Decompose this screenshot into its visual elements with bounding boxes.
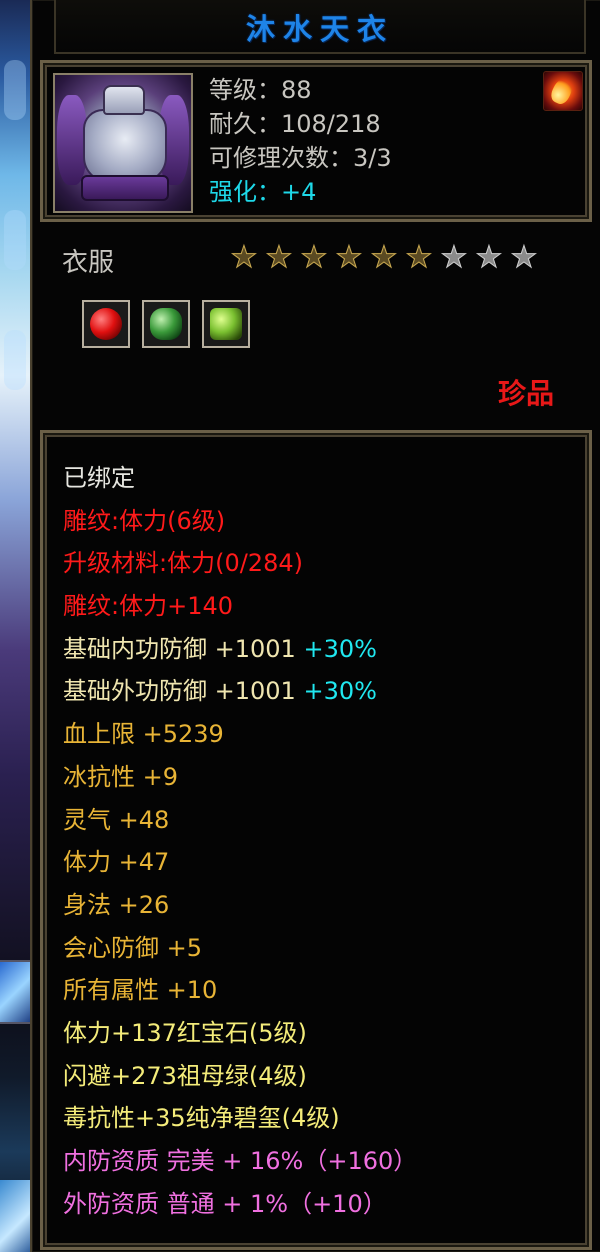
- item-name: 沐水天衣: [245, 12, 394, 46]
- item-durability: 耐久：108/218: [209, 110, 381, 138]
- base-outer-defense-percent: +30%: [303, 677, 377, 706]
- base-outer-defense: 基础外功防御 +1001 +30%: [63, 670, 417, 713]
- item-basic-info: 等级：88 耐久：108/218 可修理次数：3/3 强化：+4: [209, 73, 392, 209]
- game-scene-background: [0, 0, 32, 1252]
- gem-socket-ruby[interactable]: [82, 300, 130, 348]
- attribute-list: 已绑定 雕纹:体力(6级) 升级材料:体力(0/284) 雕纹:体力+140 基…: [63, 457, 417, 1225]
- star-filled-icon: ★: [335, 240, 363, 275]
- base-inner-defense: 基础内功防御 +1001 +30%: [63, 628, 417, 671]
- outer-defense-quality: 外防资质 普通 + 1%（+10）: [63, 1189, 387, 1218]
- all-attributes-line: 所有属性 +10: [63, 976, 218, 1005]
- star-filled-icon: ★: [405, 240, 433, 275]
- upgrade-material-line: 升级材料:体力(0/284): [63, 549, 303, 578]
- gem-socket-emerald[interactable]: [142, 300, 190, 348]
- item-repair-count: 可修理次数：3/3: [209, 144, 392, 172]
- rarity-badge: 珍品: [497, 377, 554, 410]
- background-light-streak: [4, 330, 26, 390]
- inner-defense-quality: 内防资质 完美 + 16%（+160）: [63, 1147, 418, 1175]
- base-outer-defense-value: 基础外功防御 +1001: [63, 677, 296, 706]
- star-filled-icon: ★: [300, 240, 328, 275]
- item-type-label: 衣服: [62, 248, 115, 278]
- star-empty-icon: ★: [440, 240, 468, 275]
- gem-socket-jade[interactable]: [202, 300, 250, 348]
- robe-body: [83, 109, 167, 183]
- star-filled-icon: ★: [265, 240, 293, 275]
- robe-belt: [81, 175, 169, 201]
- skill-slot-thumbnail[interactable]: [0, 1180, 32, 1252]
- item-tooltip: 沐水天衣 等级：88 耐久：108/218 可修理次数：3/3 强化：+4 衣服…: [30, 0, 600, 1252]
- crit-defense-line: 会心防御 +5: [63, 933, 203, 962]
- base-inner-defense-value: 基础内功防御 +1001: [63, 634, 296, 663]
- star-rating: ★ ★ ★ ★ ★ ★ ★ ★ ★: [228, 240, 540, 275]
- star-filled-icon: ★: [230, 240, 258, 275]
- spirit-line: 灵气 +48: [63, 805, 170, 834]
- gem-bonus-ruby: 体力+137红宝石(5级): [63, 1018, 307, 1047]
- skill-slot-thumbnail[interactable]: [0, 960, 32, 1024]
- star-filled-icon: ★: [370, 240, 398, 275]
- item-level: 等级：88: [209, 76, 312, 104]
- base-inner-defense-percent: +30%: [303, 634, 377, 663]
- star-empty-icon: ★: [475, 240, 503, 275]
- engrave-line: 雕纹:体力(6级): [63, 506, 226, 535]
- fire-element-icon: [543, 71, 583, 111]
- gem-sockets: [82, 300, 250, 348]
- item-strengthen-level: 强化：+4: [209, 178, 317, 206]
- bound-status: 已绑定: [63, 464, 135, 492]
- hp-max-line: 血上限 +5239: [63, 720, 224, 749]
- ice-resistance-line: 冰抗性 +9: [63, 762, 179, 791]
- item-header-panel: 等级：88 耐久：108/218 可修理次数：3/3 强化：+4: [40, 60, 592, 222]
- stamina-line: 体力 +47: [63, 848, 170, 877]
- armor-robe-icon[interactable]: [53, 73, 193, 213]
- gem-bonus-emerald: 闪避+273祖母绿(4级): [63, 1061, 307, 1090]
- background-light-streak: [4, 210, 26, 270]
- robe-collar: [103, 85, 145, 115]
- ruby-gem-icon: [90, 308, 122, 340]
- gem-bonus-tourmaline: 毒抗性+35纯净碧玺(4级): [63, 1104, 340, 1133]
- emerald-gem-icon: [150, 308, 182, 340]
- engrave-bonus-line: 雕纹:体力+140: [63, 592, 234, 621]
- tooltip-title-bar: 沐水天衣: [54, 0, 586, 54]
- agility-line: 身法 +26: [63, 890, 170, 919]
- item-attributes-panel: 已绑定 雕纹:体力(6级) 升级材料:体力(0/284) 雕纹:体力+140 基…: [40, 430, 592, 1250]
- background-light-streak: [4, 60, 26, 120]
- star-empty-icon: ★: [510, 240, 538, 275]
- jade-gem-icon: [210, 308, 242, 340]
